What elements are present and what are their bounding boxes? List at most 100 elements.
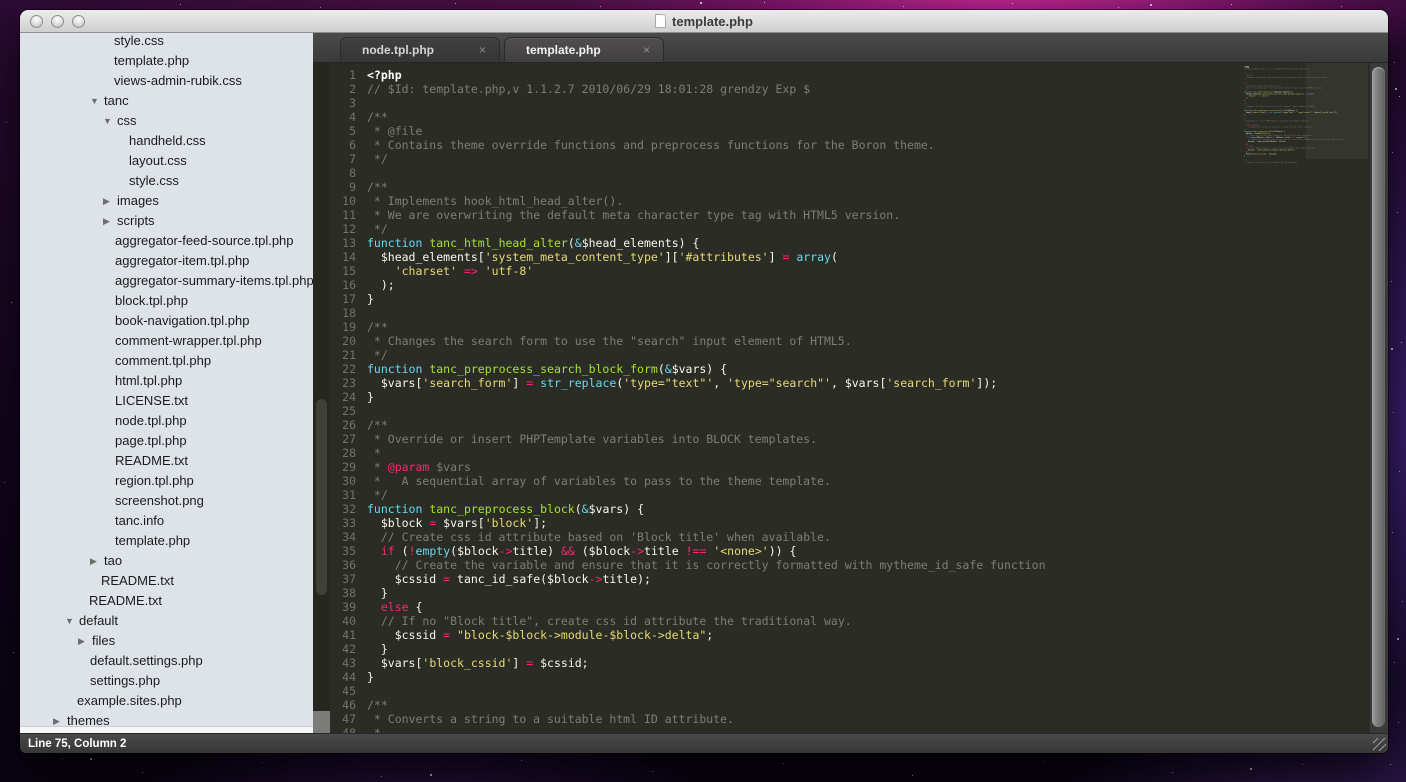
line-number: 17	[330, 292, 356, 306]
code-line: 34 // Create css id attribute based on '…	[330, 530, 1243, 544]
sidebar-horizontal-scrollbar[interactable]	[20, 726, 313, 733]
line-number: 16	[330, 278, 356, 292]
code-line: 9/**	[330, 180, 1243, 194]
code-line: 14 $head_elements['system_meta_content_t…	[330, 250, 1243, 264]
tree-item-label: screenshot.png	[114, 491, 204, 511]
tree-item-default.settings.php[interactable]: default.settings.php	[20, 651, 313, 671]
tree-item-node.tpl.php[interactable]: node.tpl.php	[20, 411, 313, 431]
tree-item-README.txt[interactable]: README.txt	[20, 591, 313, 611]
tree-item-views-admin-rubik.css[interactable]: views-admin-rubik.css	[20, 71, 313, 91]
tree-item-template.php[interactable]: template.php	[20, 51, 313, 71]
code-line: 38 }	[330, 586, 1243, 600]
tree-item-example.sites.php[interactable]: example.sites.php	[20, 691, 313, 711]
line-number: 7	[330, 152, 356, 166]
tree-item-handheld.css[interactable]: handheld.css	[20, 131, 313, 151]
tree-item-tanc[interactable]: ▼tanc	[20, 91, 313, 111]
tree-item-comment-wrapper.tpl.php[interactable]: comment-wrapper.tpl.php	[20, 331, 313, 351]
tree-item-README.txt[interactable]: README.txt	[20, 451, 313, 471]
disclosure-triangle-icon[interactable]: ▼	[65, 611, 78, 631]
tree-item-style.css[interactable]: style.css	[20, 171, 313, 191]
tree-item-aggregator-summary-items.tpl.php[interactable]: aggregator-summary-items.tpl.php	[20, 271, 313, 291]
tree-item-scripts[interactable]: ▶scripts	[20, 211, 313, 231]
tab-node.tpl.php[interactable]: node.tpl.php×	[340, 37, 500, 62]
line-number: 12	[330, 222, 356, 236]
tree-item-block.tpl.php[interactable]: block.tpl.php	[20, 291, 313, 311]
code-line: 27 * Override or insert PHPTemplate vari…	[330, 432, 1243, 446]
tree-item-css[interactable]: ▼css	[20, 111, 313, 131]
tree-item-aggregator-feed-source.tpl.php[interactable]: aggregator-feed-source.tpl.php	[20, 231, 313, 251]
tree-item-page.tpl.php[interactable]: page.tpl.php	[20, 431, 313, 451]
line-number: 48	[330, 726, 356, 733]
line-number: 42	[330, 642, 356, 656]
sidebar-scrollbar-thumb[interactable]	[316, 399, 327, 595]
tree-item-tao[interactable]: ▶tao	[20, 551, 313, 571]
tree-item-aggregator-item.tpl.php[interactable]: aggregator-item.tpl.php	[20, 251, 313, 271]
editor-scrollbar-thumb[interactable]	[1372, 67, 1385, 727]
line-number: 34	[330, 530, 356, 544]
window-titlebar[interactable]: template.php	[20, 10, 1388, 33]
code-editor[interactable]: 1<?php2// $Id: template.php,v 1.1.2.7 20…	[330, 63, 1243, 733]
file-tree-sidebar: style.csstemplate.phpviews-admin-rubik.c…	[20, 33, 313, 733]
tree-item-label: default.settings.php	[89, 651, 203, 671]
code-line: 23 $vars['search_form'] = str_replace('t…	[330, 376, 1243, 390]
tab-template.php[interactable]: template.php×	[504, 37, 664, 62]
tree-item-label: comment.tpl.php	[114, 351, 211, 371]
tree-item-label: views-admin-rubik.css	[113, 71, 242, 91]
minimap[interactable]: 1<?php2// $Id: template.php,v 1.1.2.7 20…	[1243, 63, 1370, 733]
code-line: 25	[330, 404, 1243, 418]
line-number: 30	[330, 474, 356, 488]
tab-close-icon[interactable]: ×	[479, 44, 486, 56]
disclosure-triangle-icon[interactable]: ▼	[103, 111, 116, 131]
tree-item-style.css[interactable]: style.css	[20, 33, 313, 51]
tree-item-book-navigation.tpl.php[interactable]: book-navigation.tpl.php	[20, 311, 313, 331]
code-line: 37 $cssid = tanc_id_safe($block->title);	[330, 572, 1243, 586]
tree-item-images[interactable]: ▶images	[20, 191, 313, 211]
tree-item-template.php[interactable]: template.php	[20, 531, 313, 551]
tree-item-label: html.tpl.php	[114, 371, 182, 391]
tree-item-tanc.info[interactable]: tanc.info	[20, 511, 313, 531]
tree-item-comment.tpl.php[interactable]: comment.tpl.php	[20, 351, 313, 371]
line-number: 9	[330, 180, 356, 194]
disclosure-triangle-icon[interactable]: ▶	[103, 211, 116, 231]
code-line: 30 * A sequential array of variables to …	[330, 474, 1243, 488]
tab-close-icon[interactable]: ×	[643, 44, 650, 56]
line-number: 44	[330, 670, 356, 684]
editor-vertical-scrollbar[interactable]	[1370, 63, 1388, 733]
disclosure-triangle-icon[interactable]: ▶	[78, 631, 91, 651]
status-bar: Line 75, Column 2	[20, 733, 1388, 753]
tree-item-settings.php[interactable]: settings.php	[20, 671, 313, 691]
tree-item-README.txt[interactable]: README.txt	[20, 571, 313, 591]
star-field-bright	[0, 0, 2, 2]
resize-grip-icon[interactable]	[1373, 738, 1386, 751]
code-line: 20 * Changes the search form to use the …	[330, 334, 1243, 348]
tree-item-layout.css[interactable]: layout.css	[20, 151, 313, 171]
minimize-button[interactable]	[51, 15, 64, 28]
close-button[interactable]	[30, 15, 43, 28]
code-line: 47 * Converts a string to a suitable htm…	[330, 712, 1243, 726]
tree-item-label: css	[116, 111, 137, 131]
tree-item-LICENSE.txt[interactable]: LICENSE.txt	[20, 391, 313, 411]
line-number: 40	[330, 614, 356, 628]
window-title: template.php	[672, 14, 753, 29]
line-number: 37	[330, 572, 356, 586]
code-line: 44}	[330, 670, 1243, 684]
tree-item-files[interactable]: ▶files	[20, 631, 313, 651]
disclosure-triangle-icon[interactable]: ▼	[90, 91, 103, 111]
disclosure-triangle-icon[interactable]: ▶	[103, 191, 116, 211]
tree-item-html.tpl.php[interactable]: html.tpl.php	[20, 371, 313, 391]
line-number: 27	[330, 432, 356, 446]
line-number: 33	[330, 516, 356, 530]
zoom-button[interactable]	[72, 15, 85, 28]
tree-item-label: example.sites.php	[76, 691, 182, 711]
tree-item-region.tpl.php[interactable]: region.tpl.php	[20, 471, 313, 491]
traffic-lights	[20, 15, 85, 28]
line-number: 15	[330, 264, 356, 278]
tree-item-label: files	[91, 631, 115, 651]
disclosure-triangle-icon[interactable]: ▶	[90, 551, 103, 571]
tree-item-screenshot.png[interactable]: screenshot.png	[20, 491, 313, 511]
line-number: 1	[330, 68, 356, 82]
tree-item-default[interactable]: ▼default	[20, 611, 313, 631]
line-number: 13	[330, 236, 356, 250]
code-line: 13function tanc_html_head_alter(&$head_e…	[330, 236, 1243, 250]
line-number: 32	[330, 502, 356, 516]
